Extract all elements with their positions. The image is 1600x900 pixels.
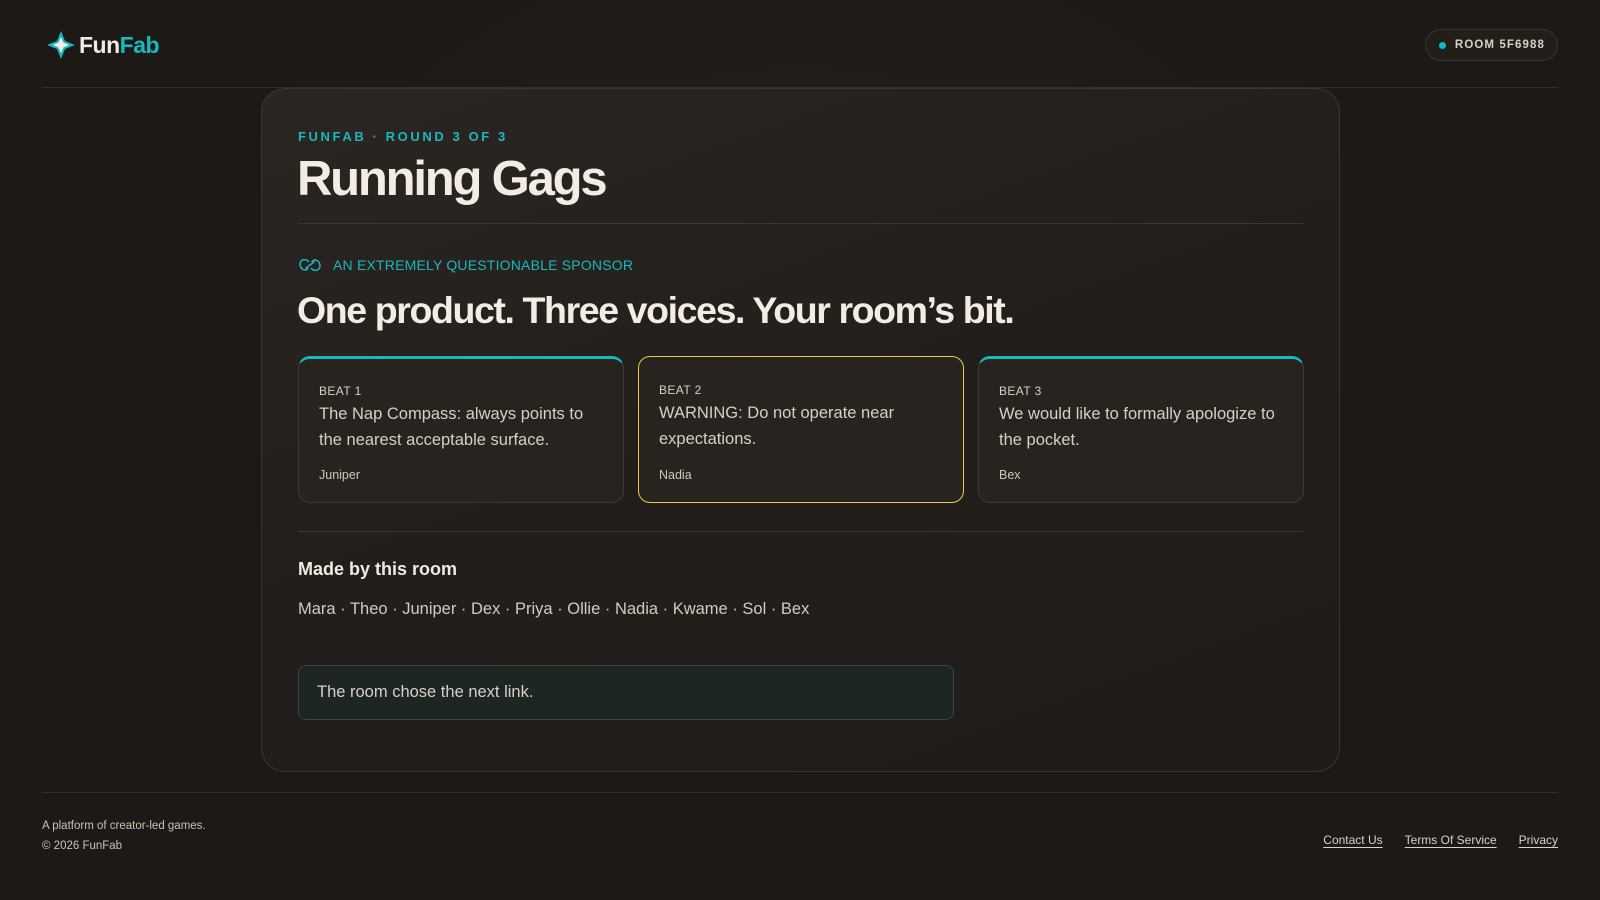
logo-fun: Fun — [79, 31, 120, 58]
footer-tagline: A platform of creator-led games. — [42, 820, 206, 832]
room-code: ROOM 5F6988 — [1454, 39, 1545, 51]
footer-copyright: © 2026 FunFab — [42, 840, 123, 852]
beat-text: WARNING: Do not operate near expectation… — [659, 404, 895, 448]
room-badge: ROOM 5F6988 — [1424, 29, 1558, 61]
beat-text: We would like to formally apologize to t… — [999, 405, 1275, 449]
beat-author: Nadia — [659, 468, 692, 482]
round-kicker: FUNFAB · ROUND 3 OF 3 — [298, 129, 508, 144]
divider — [298, 223, 1303, 224]
made-by-title: Made by this room — [298, 559, 458, 579]
status-message: The room chose the next link. — [298, 665, 954, 720]
logo-fab: Fab — [119, 31, 160, 58]
beat-card-3[interactable]: BEAT 3 We would like to formally apologi… — [978, 356, 1304, 503]
beat-author: Juniper — [319, 468, 360, 482]
link-icon — [299, 258, 321, 272]
beat-label: BEAT 3 — [999, 384, 1042, 398]
contact-us-link[interactable]: Contact Us — [1323, 833, 1382, 847]
star-diamond-icon — [47, 31, 75, 59]
sponsor-text: AN EXTREMELY QUESTIONABLE SPONSOR — [333, 257, 634, 273]
beat-author: Bex — [999, 468, 1021, 482]
footer: A platform of creator-led games. © 2026 … — [42, 792, 1558, 900]
beat-label: BEAT 1 — [319, 384, 362, 398]
privacy-link[interactable]: Privacy — [1519, 833, 1558, 847]
divider — [298, 531, 1303, 532]
sponsor-label: AN EXTREMELY QUESTIONABLE SPONSOR — [298, 257, 633, 273]
logo-text: FunFab — [79, 31, 160, 59]
funfab-logo[interactable]: FunFab — [46, 29, 160, 61]
footer-links: Contact Us Terms Of Service Privacy — [1323, 833, 1558, 847]
member-list: Mara · Theo · Juniper · Dex · Priya · Ol… — [298, 600, 810, 618]
terms-of-service-link[interactable]: Terms Of Service — [1405, 833, 1497, 847]
page-title: Running Gags — [297, 152, 608, 206]
top-bar: FunFab ROOM 5F6988 — [42, 0, 1558, 88]
beats-row: BEAT 1 The Nap Compass: always points to… — [298, 356, 1304, 503]
headline: One product. Three voices. Your room’s b… — [297, 289, 1015, 331]
beat-text: The Nap Compass: always points to the ne… — [319, 405, 584, 449]
beat-card-2[interactable]: BEAT 2 WARNING: Do not operate near expe… — [638, 356, 964, 503]
beat-card-1[interactable]: BEAT 1 The Nap Compass: always points to… — [298, 356, 624, 503]
status-text: The room chose the next link. — [317, 683, 534, 701]
game-card: FUNFAB · ROUND 3 OF 3 Running Gags AN EX… — [261, 88, 1340, 772]
status-dot — [1438, 41, 1446, 49]
beat-label: BEAT 2 — [659, 383, 702, 397]
